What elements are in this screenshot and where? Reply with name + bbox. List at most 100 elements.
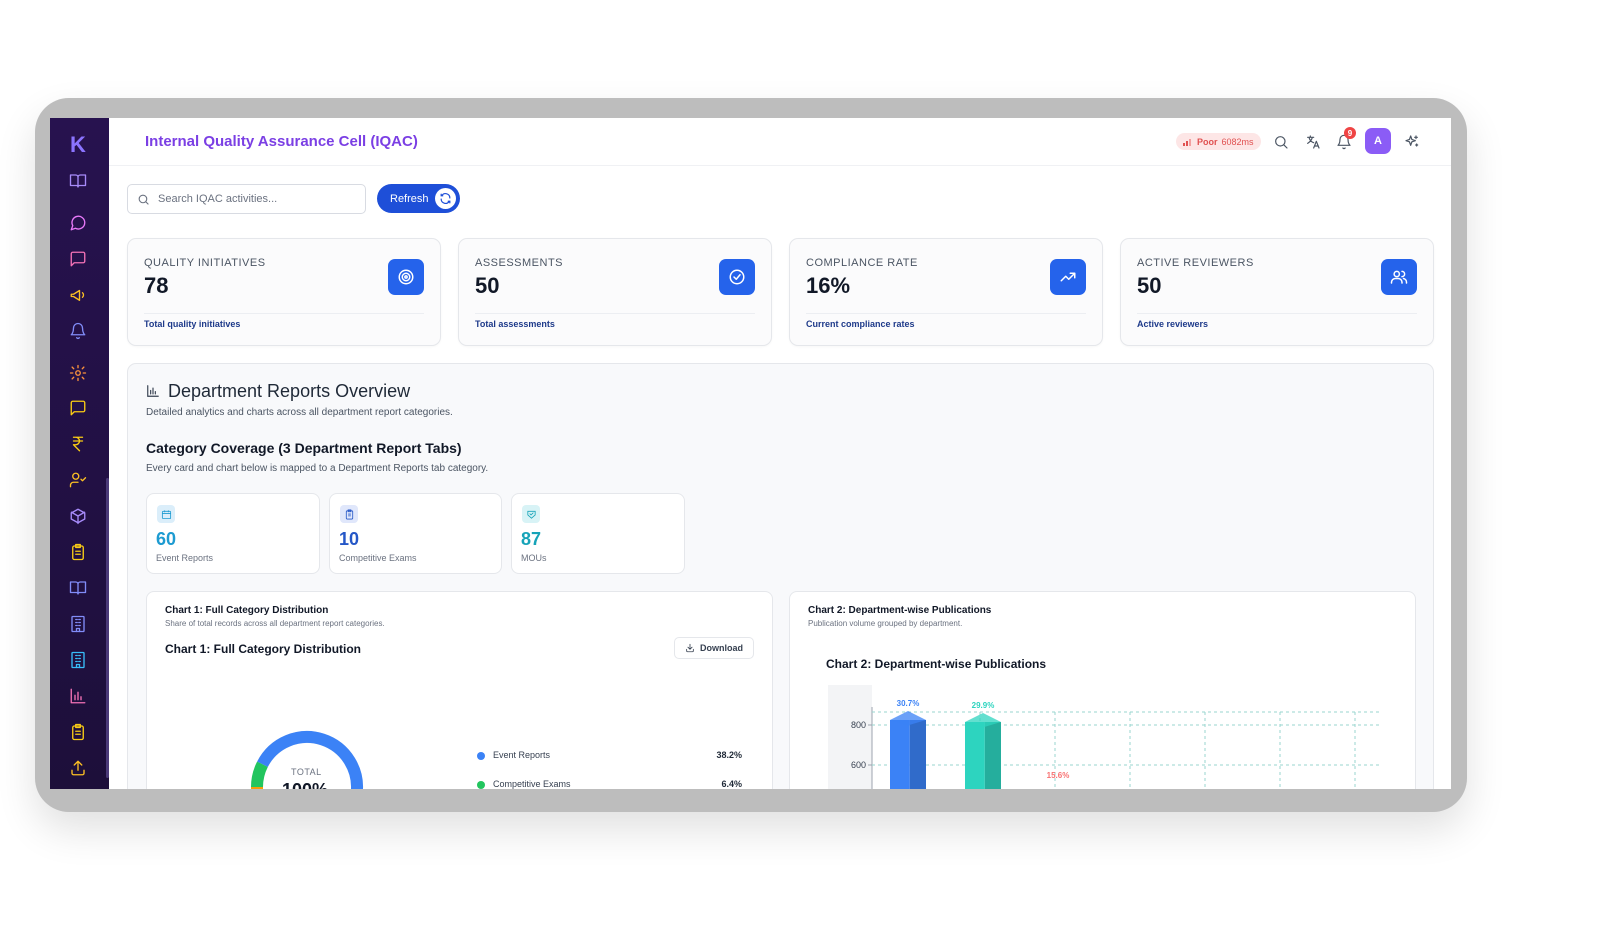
stat-card-assessments[interactable]: ASSESSMENTS 50 Total assessments [458,238,772,346]
y-tick-label: 600 [851,760,866,770]
book-icon [69,174,87,188]
bar-front[interactable] [890,720,910,789]
bar-data-label: 29.9% [972,701,995,710]
legend-label: Competitive Exams [493,779,571,789]
chart2-card: Chart 2: Department-wise Publications Pu… [789,591,1416,789]
donut-center-label: TOTAL [291,767,322,777]
notification-count-badge: 9 [1344,127,1356,139]
user-avatar[interactable]: A [1365,128,1391,154]
sidebar-item-users[interactable] [67,469,89,491]
sidebar-item-settings[interactable] [67,362,89,384]
stat-value: 16% [806,273,851,298]
donut-center-value: 100% [282,780,328,789]
stat-label: COMPLIANCE RATE [806,257,918,269]
check-circle-icon [719,259,755,295]
bar-side[interactable] [909,720,926,789]
ai-assistant-button[interactable] [1402,132,1422,152]
sidebar-item-departments[interactable] [67,613,89,635]
category-card-event-reports[interactable]: 60 Event Reports [146,493,320,574]
category-value: 60 [156,529,177,549]
sidebar-item-inventory[interactable] [67,505,89,527]
sidebar-item-library[interactable] [67,577,89,599]
sidebar-item-feedback[interactable] [67,397,89,419]
y-tick-label: 800 [851,720,866,730]
calendar-icon [157,505,175,523]
category-card-mous[interactable]: 87 MOUs [511,493,685,574]
app-screen: K Internal Quality Assurance Cell (IQAC)… [50,118,1451,789]
stat-caption: Active reviewers [1137,319,1209,329]
building-icon [71,615,85,633]
users-icon [1381,259,1417,295]
sidebar-item-notifications[interactable] [67,320,89,342]
sidebar-item-upload[interactable] [67,757,89,779]
chart2-axis-area [828,685,872,789]
sidebar-item-reports[interactable] [67,541,89,563]
divider [1137,313,1417,314]
refresh-label: Refresh [390,192,429,205]
department-reports-panel: Department Reports Overview Detailed ana… [127,363,1434,789]
translate-icon [1307,135,1320,149]
clipboard-icon [72,723,84,741]
notifications-button[interactable]: 9 [1334,127,1356,152]
bar-chart-icon [70,688,86,704]
sidebar-item-chat[interactable] [67,212,89,234]
legend-swatch [477,752,485,760]
building-icon [71,651,85,669]
sidebar: K [50,118,109,789]
handshake-icon [522,505,540,523]
user-check-icon [69,472,87,488]
translate-button[interactable] [1303,132,1323,152]
network-status-label: Poor [1197,136,1218,147]
coverage-title: Category Coverage (3 Department Report T… [146,440,462,456]
message-icon [70,400,86,416]
donut-slice-other[interactable] [251,786,264,789]
stat-caption: Total quality initiatives [144,319,241,329]
sidebar-item-fees[interactable] [67,433,89,455]
legend-percent: 6.4% [721,779,742,789]
top-bar: Internal Quality Assurance Cell (IQAC) P… [109,118,1451,166]
stat-label: ASSESSMENTS [475,257,564,269]
donut-slice-competitive-exams[interactable] [251,761,268,788]
stat-caption: Current compliance rates [806,319,915,329]
bar-side[interactable] [984,722,1001,789]
search-input[interactable] [158,190,358,208]
clipboard-icon [340,505,358,523]
sparkles-icon [1405,135,1419,147]
page-title: Internal Quality Assurance Cell (IQAC) [145,133,418,150]
divider [144,313,424,314]
search-box [127,184,366,214]
stat-card-compliance-rate[interactable]: COMPLIANCE RATE 16% Current compliance r… [789,238,1103,346]
chart1-card: Chart 1: Full Category Distribution Shar… [146,591,773,789]
stat-value: 78 [144,273,169,298]
stat-card-active-reviewers[interactable]: ACTIVE REVIEWERS 50 Active reviewers [1120,238,1434,346]
sidebar-item-iqac[interactable] [67,721,89,743]
legend-percent: 38.2% [716,750,742,760]
stat-value: 50 [475,273,500,298]
book-icon [69,581,87,595]
network-status-badge[interactable]: Poor 6082ms [1176,133,1261,150]
stat-caption: Total assessments [475,319,555,329]
bell-icon [70,322,86,340]
cube-icon [70,508,86,525]
trending-up-icon [1050,259,1086,295]
category-card-competitive-exams[interactable]: 10 Competitive Exams [329,493,502,574]
signal-icon [1183,139,1191,146]
sidebar-item-messages[interactable] [67,248,89,270]
sidebar-item-announcements[interactable] [67,284,89,306]
rupee-icon [72,436,84,452]
sidebar-item-book[interactable] [67,170,89,192]
app-logo[interactable]: K [70,132,86,158]
search-button[interactable] [1271,132,1291,152]
refresh-button[interactable]: Refresh [377,184,460,213]
divider [475,313,755,314]
search-icon [1275,136,1288,149]
coverage-subtitle: Every card and chart below is mapped to … [146,463,489,474]
stat-card-quality-initiatives[interactable]: QUALITY INITIATIVES 78 Total quality ini… [127,238,441,346]
stat-label: QUALITY INITIATIVES [144,257,266,269]
clipboard-icon [72,543,84,561]
sidebar-item-institution[interactable] [67,649,89,671]
category-label: Competitive Exams [339,553,417,563]
bar-front[interactable] [965,722,985,789]
target-icon [388,259,424,295]
sidebar-item-analytics[interactable] [67,685,89,707]
